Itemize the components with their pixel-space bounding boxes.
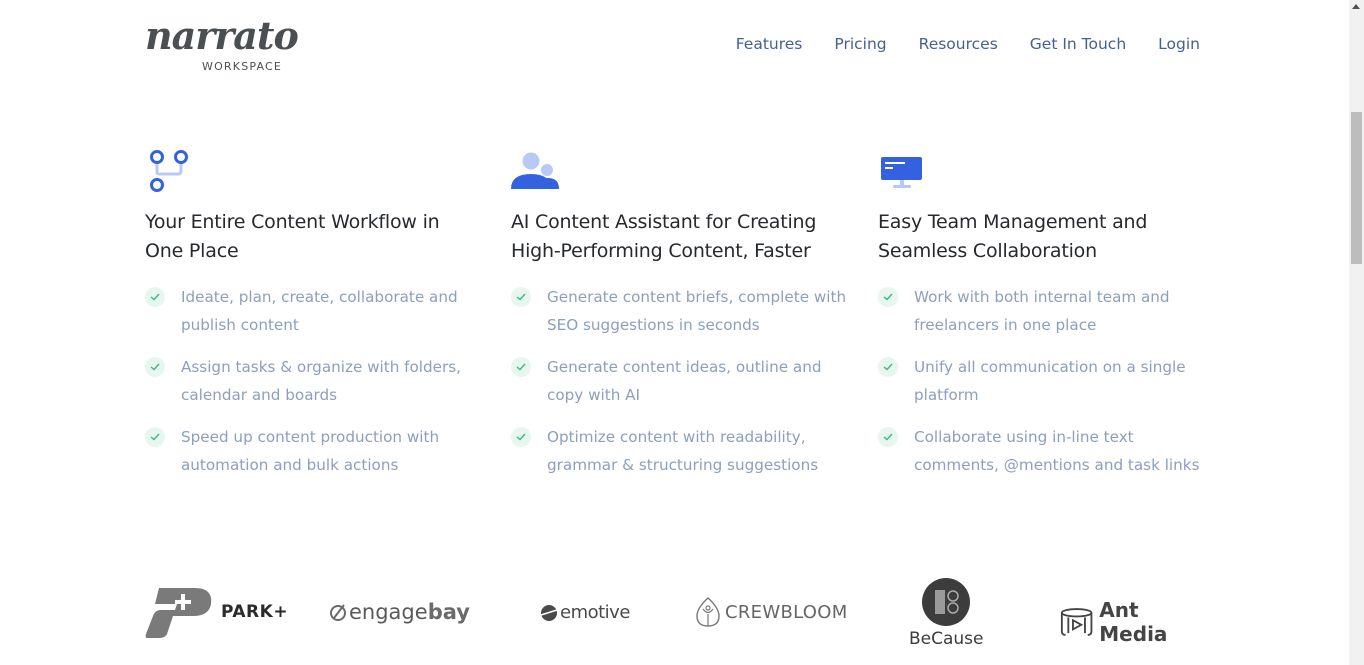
check-icon <box>511 357 531 377</box>
list-item: Unify all communication on a single plat… <box>878 354 1218 409</box>
feature-list: Work with both internal team and freelan… <box>878 284 1218 479</box>
feature-title-line: Your Entire Content Workflow in <box>145 211 440 233</box>
feature-title: AI Content Assistant for Creating High-P… <box>511 208 851 266</box>
logo-ant-media: Ant Media <box>1060 598 1205 646</box>
park-plus-icon <box>145 588 212 638</box>
feature-title-line: Seamless Collaboration <box>878 240 1097 262</box>
feature-column-team-management: Easy Team Management and Seamless Collab… <box>878 148 1218 494</box>
feature-title-line: Easy Team Management and <box>878 211 1148 233</box>
feature-list: Ideate, plan, create, collaborate and pu… <box>145 284 485 479</box>
ant-media-icon <box>1060 608 1093 636</box>
logo-crewbloom: CREWBLOOM <box>695 596 848 628</box>
list-item-text: Optimize content with readability, gramm… <box>547 428 819 474</box>
page: narrato WORKSPACE Features Pricing Resou… <box>0 0 1349 665</box>
team-users-icon <box>511 148 559 192</box>
ant-media-text: Ant Media <box>1099 598 1168 646</box>
nav-get-in-touch[interactable]: Get In Touch <box>1030 34 1126 54</box>
feature-title-line: High-Performing Content, Faster <box>511 240 811 262</box>
logo-park-plus: PARK+ <box>145 586 288 638</box>
feature-column-ai-assistant: AI Content Assistant for Creating High-P… <box>511 148 851 494</box>
emotive-text: emotive <box>560 602 630 623</box>
list-item-text: Work with both internal team and freelan… <box>914 288 1170 334</box>
feature-column-workflow: Your Entire Content Workflow in One Plac… <box>145 148 485 494</box>
monitor-icon <box>878 148 926 192</box>
feature-list: Generate content briefs, complete with S… <box>511 284 851 479</box>
list-item-text: Collaborate using in-line text comments,… <box>914 428 1200 474</box>
crewbloom-text: CREWBLOOM <box>725 601 848 623</box>
check-icon <box>145 427 165 447</box>
feature-title: Easy Team Management and Seamless Collab… <box>878 208 1218 266</box>
crewbloom-icon <box>696 597 720 627</box>
logo-engagebay: engage bay <box>328 600 470 624</box>
list-item: Collaborate using in-line text comments,… <box>878 424 1218 479</box>
nav-login[interactable]: Login <box>1158 34 1200 54</box>
page-scrollbar[interactable] <box>1349 0 1364 665</box>
logo-wordmark: narrato <box>145 13 299 58</box>
logo-because: BeCause <box>909 578 984 649</box>
check-icon <box>878 287 898 307</box>
customer-logos: PARK+ engage bay emotive CREWBLOOM BeCau… <box>145 578 1205 658</box>
because-icon <box>922 578 971 626</box>
list-item-text: Generate content ideas, outline and copy… <box>547 358 822 404</box>
list-item-text: Speed up content production with automat… <box>181 428 440 474</box>
list-item: Optimize content with readability, gramm… <box>511 424 851 479</box>
list-item: Ideate, plan, create, collaborate and pu… <box>145 284 485 339</box>
main-nav: Features Pricing Resources Get In Touch … <box>736 34 1200 54</box>
scroll-up-arrow-icon[interactable] <box>1352 4 1360 9</box>
list-item: Assign tasks & organize with folders, ca… <box>145 354 485 409</box>
feature-title-line: AI Content Assistant for Creating <box>511 211 817 233</box>
check-icon <box>878 427 898 447</box>
logo-tagline: WORKSPACE <box>202 60 283 73</box>
engagebay-text-a: engage <box>349 600 428 624</box>
list-item-text: Ideate, plan, create, collaborate and pu… <box>181 288 458 334</box>
nav-pricing[interactable]: Pricing <box>834 34 886 54</box>
engagebay-text-b: bay <box>427 600 470 624</box>
check-icon <box>145 357 165 377</box>
list-item-text: Unify all communication on a single plat… <box>914 358 1186 404</box>
nav-features[interactable]: Features <box>736 34 803 54</box>
check-icon <box>511 427 531 447</box>
engagebay-icon <box>330 604 346 621</box>
check-icon <box>145 287 165 307</box>
nav-resources[interactable]: Resources <box>919 34 998 54</box>
list-item: Generate content briefs, complete with S… <box>511 284 851 339</box>
list-item: Speed up content production with automat… <box>145 424 485 479</box>
check-icon <box>878 357 898 377</box>
feature-title-line: One Place <box>145 240 239 262</box>
park-plus-text: PARK+ <box>221 602 289 622</box>
list-item: Generate content ideas, outline and copy… <box>511 354 851 409</box>
narrato-logo[interactable]: narrato WORKSPACE <box>145 13 299 74</box>
list-item-text: Generate content briefs, complete with S… <box>547 288 847 334</box>
check-icon <box>511 287 531 307</box>
because-text: BeCause <box>909 629 984 649</box>
workflow-branch-icon <box>145 148 193 192</box>
feature-title: Your Entire Content Workflow in One Plac… <box>145 208 485 266</box>
list-item: Work with both internal team and freelan… <box>878 284 1218 339</box>
logo-emotive: emotive <box>540 602 630 623</box>
emotive-icon <box>540 604 558 621</box>
scrollbar-thumb[interactable] <box>1351 112 1362 264</box>
list-item-text: Assign tasks & organize with folders, ca… <box>181 358 461 404</box>
